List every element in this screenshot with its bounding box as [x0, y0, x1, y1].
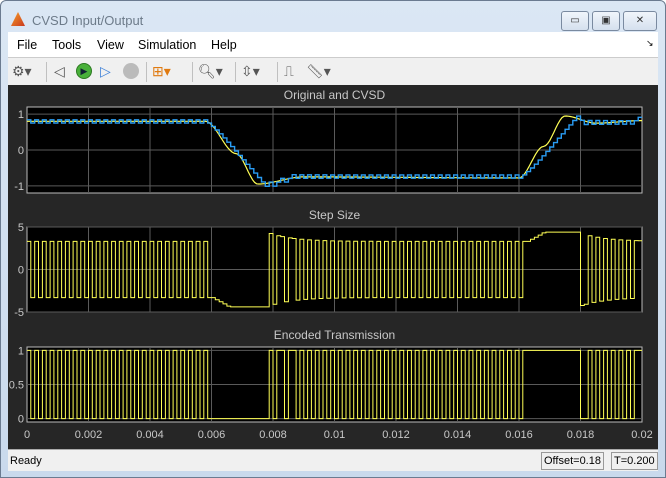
y-tick-label: -1	[14, 181, 24, 193]
plot-area: Original and CVSD 1 0 -1 Step Size 5 0 -5 Encode…	[8, 85, 658, 449]
scope-window: CVSD Input/Output ▭ ▣ ✕ File Tools View …	[0, 0, 666, 478]
status-text: Ready	[10, 455, 42, 467]
axes-2: Step Size 5 0 -5	[14, 208, 643, 319]
x-tick-label: 0.006	[198, 429, 226, 441]
menu-view[interactable]: View	[97, 38, 124, 52]
gear-icon[interactable]: ⚙▾	[12, 63, 32, 80]
axes-3: Encoded Transmission 1 0.5 00 0.002 0.004 0.00…	[9, 328, 653, 441]
plot-title: Encoded Transmission	[274, 328, 395, 342]
menu-tools[interactable]: Tools	[52, 38, 81, 52]
x-tick-label: 0.018	[567, 429, 595, 441]
run-icon[interactable]: ▶	[76, 63, 92, 79]
plot-title: Original and CVSD	[284, 88, 386, 102]
x-tick-label: 0	[24, 429, 30, 441]
y-tick-label: 1	[18, 345, 24, 357]
y-tick-label: -5	[14, 307, 24, 319]
toolbar: ⚙▾ ◁ ▶ ▷ ⊞▾ 🔍︎▾ ⇳▾ ⎍ 📏︎▾	[8, 57, 658, 85]
separator	[277, 62, 278, 82]
menu-simulation[interactable]: Simulation	[138, 38, 196, 52]
offset-readout: Offset=0.18	[541, 452, 604, 470]
step-back-icon[interactable]: ◁	[54, 63, 65, 80]
minimize-button[interactable]: ▭	[561, 11, 589, 31]
x-tick-label: 0.002	[75, 429, 103, 441]
axes-1: Original and CVSD 1 0 -1	[14, 88, 643, 194]
menu-bar: File Tools View Simulation Help ↘	[8, 32, 658, 57]
close-button[interactable]: ✕	[623, 11, 657, 31]
y-tick-label: 0	[18, 414, 24, 426]
triggers-icon[interactable]: ⎍	[284, 63, 294, 80]
separator	[192, 62, 193, 82]
measure-icon[interactable]: 📏︎▾	[306, 63, 331, 80]
x-tick-label: 0.008	[259, 429, 287, 441]
separator	[235, 62, 236, 82]
step-forward-icon[interactable]: ▷	[100, 63, 111, 80]
window-title: CVSD Input/Output	[32, 13, 144, 28]
x-tick-label: 0.012	[382, 429, 410, 441]
undock-icon[interactable]: ↘	[646, 38, 654, 49]
plot-title: Step Size	[309, 208, 361, 222]
signal-select-icon[interactable]: ⊞▾	[152, 63, 171, 80]
x-tick-label: 0.016	[505, 429, 533, 441]
stop-icon[interactable]	[123, 63, 139, 79]
matlab-logo-icon	[11, 12, 25, 26]
y-tick-label: 5	[18, 222, 24, 234]
y-tick-label: 0	[18, 265, 24, 277]
autoscale-icon[interactable]: ⇳▾	[241, 63, 260, 80]
y-tick-label: 0	[18, 145, 24, 157]
x-tick-label: 0.02	[631, 429, 652, 441]
menu-help[interactable]: Help	[211, 38, 237, 52]
y-tick-label: 0.5	[9, 380, 24, 392]
x-tick-label: 0.01	[324, 429, 345, 441]
separator	[46, 62, 47, 82]
x-tick-label: 0.004	[136, 429, 164, 441]
separator	[146, 62, 147, 82]
x-tick-label: 0.014	[444, 429, 472, 441]
menu-file[interactable]: File	[17, 38, 37, 52]
y-tick-label: 1	[18, 109, 24, 121]
scope-plots[interactable]: Original and CVSD 1 0 -1 Step Size 5 0 -5 Encode…	[8, 85, 658, 449]
zoom-icon[interactable]: 🔍︎▾	[198, 63, 223, 80]
maximize-button[interactable]: ▣	[592, 11, 620, 31]
time-readout: T=0.200	[611, 452, 658, 470]
status-bar: Ready Offset=0.18 T=0.200	[8, 449, 658, 471]
